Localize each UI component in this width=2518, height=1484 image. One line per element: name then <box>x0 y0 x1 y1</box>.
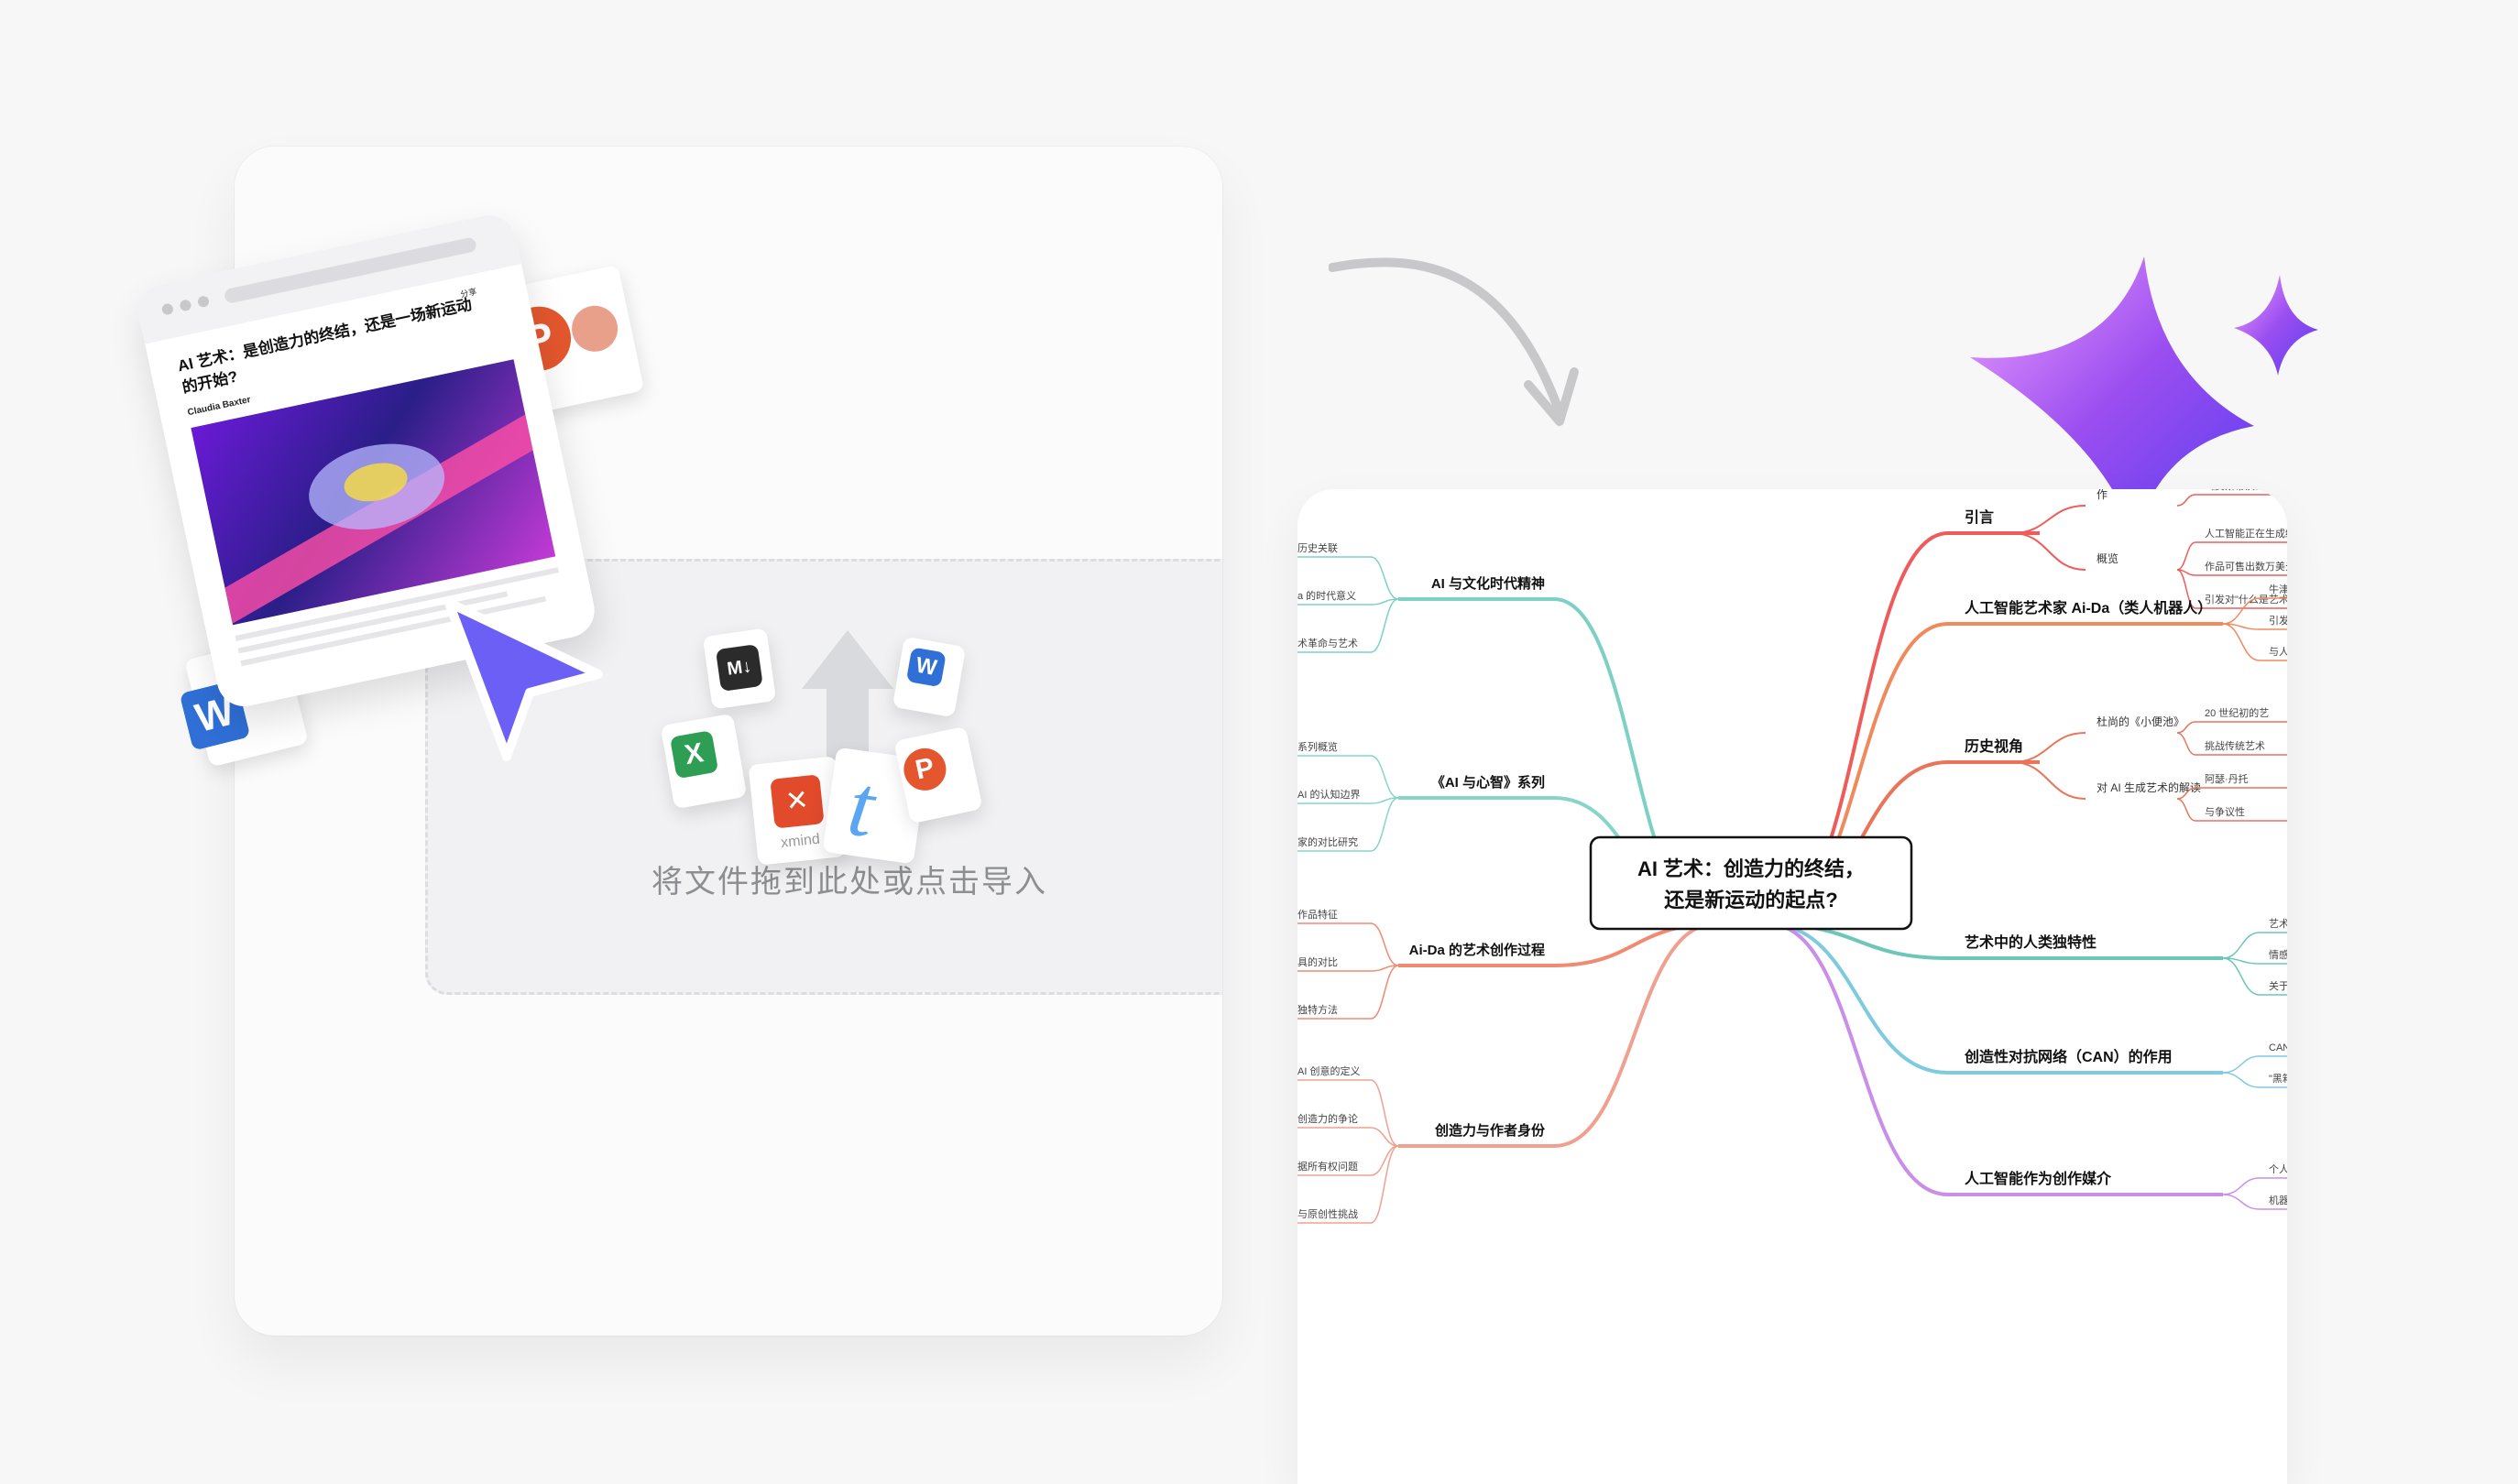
mindmap-topic-right[interactable]: 人工智能作为创作媒介 <box>1965 1170 2112 1187</box>
branch-connector <box>1370 598 1399 653</box>
mindmap-leaf[interactable]: 系列概览 <box>1297 740 1338 753</box>
mindmap-leaf[interactable]: 个人化艺术表达 <box>2269 1162 2287 1175</box>
branch-connector <box>2011 761 2086 800</box>
mindmap-leaf[interactable]: AI 的认知边界 <box>1297 788 1360 801</box>
branch-connector <box>1370 922 1399 966</box>
branch-connector <box>2222 1194 2261 1210</box>
mindmap-leaf[interactable]: 术革命与艺术 <box>1297 637 1358 649</box>
mindmap-topic-left[interactable]: 创造力与作者身份 <box>1434 1122 1546 1139</box>
branch-connector <box>2222 932 2261 959</box>
mindmap-leaf[interactable]: a 的时代意义 <box>1297 589 1356 602</box>
branch-connector <box>1370 965 1399 1020</box>
mindmap-leaf[interactable]: "黑箱问题" <box>2269 1072 2287 1085</box>
mindmap-leaf[interactable]: 阿瑟·丹托 <box>2205 772 2249 785</box>
branch-connector <box>2222 1177 2261 1195</box>
mindmap-subtopic[interactable]: 杜尚的《小便池》 <box>2097 715 2184 728</box>
mindmap-leaf[interactable]: 引发 <box>2269 614 2287 627</box>
mindmap-leaf[interactable]: 作品可售出数万美元 <box>2205 560 2287 573</box>
mindmap-leaf[interactable]: 机器学习作为创作过程 <box>2269 1194 2287 1206</box>
markdown-file-icon: M↓ <box>702 627 777 710</box>
branch-connector <box>2011 532 2086 571</box>
mindmap-leaf[interactable]: 作品特征 <box>1297 908 1338 921</box>
mindmap-leaf[interactable]: 情感与现实层面的创作动机 <box>2269 948 2287 961</box>
transform-arrow-icon <box>1329 257 1579 426</box>
central-topic-line[interactable]: 还是新运动的起点? <box>1663 889 1837 911</box>
branch-connector <box>1370 556 1399 600</box>
mindmap-leaf[interactable]: 与争议性 <box>2205 805 2245 818</box>
mindmap-topic-left[interactable]: Ai-Da 的艺术创作过程 <box>1409 942 1545 958</box>
mindmap-panel: 引言作《费斯蒂沃圣丽塔》概览人工智能正在生成绘画、图像与周作品可售出数万美元引发… <box>1297 489 2287 1484</box>
central-topic-line[interactable]: AI 艺术：创造力的终结， <box>1637 857 1865 880</box>
mindmap-leaf[interactable]: 具的对比 <box>1297 955 1338 968</box>
drop-hint-text: 将文件拖到此处或点击导入 <box>651 865 1047 900</box>
mindmap-topic-left[interactable]: AI 与文化时代精神 <box>1431 575 1545 592</box>
mindmap-leaf[interactable]: 独特方法 <box>1297 1003 1338 1016</box>
mindmap-subtopic[interactable]: 作 <box>2097 489 2107 501</box>
branch-connector <box>1370 1145 1399 1224</box>
mindmap-leaf[interactable]: 与人 <box>2269 646 2287 658</box>
branch-connector <box>1370 755 1399 799</box>
mindmap-canvas: 引言作《费斯蒂沃圣丽塔》概览人工智能正在生成绘画、图像与周作品可售出数万美元引发… <box>1297 489 2287 1224</box>
mindmap-leaf[interactable]: 与原创性挑战 <box>1297 1207 1358 1220</box>
branch-connector <box>2011 505 2086 534</box>
branch-connector <box>2176 732 2196 756</box>
mindmap-leaf[interactable]: 人工智能正在生成绘画、图像与周 <box>2205 527 2287 540</box>
mindmap-leaf[interactable]: 家的对比研究 <box>1297 835 1358 848</box>
mindmap-leaf[interactable]: 艺术作为人类活动 <box>2269 917 2287 930</box>
mindmap-subtopic[interactable]: 概览 <box>2097 551 2118 565</box>
mindmap-leaf[interactable]: 挑战传统艺术 <box>2205 739 2265 752</box>
mindmap-leaf[interactable]: 创造力的争论 <box>1297 1112 1358 1125</box>
cursor-pointer-icon <box>444 598 603 761</box>
central-topic[interactable] <box>1589 835 1913 931</box>
branch-connector <box>2176 494 2196 507</box>
mindmap-leaf[interactable]: CAN 的基本 <box>2269 1041 2287 1053</box>
mindmap-topic-right[interactable]: 创造性对抗网络（CAN）的作用 <box>1964 1048 2173 1065</box>
branch-connector <box>2222 1072 2261 1088</box>
mindmap-topic-left[interactable]: 《AI 与心智》系列 <box>1431 774 1545 791</box>
mindmap-leaf[interactable]: 关于"非人类艺术创作"的争议 <box>2269 979 2287 992</box>
branch-connector <box>1768 922 1949 1196</box>
branch-connector <box>2222 1055 2261 1074</box>
article-author: Claudia Baxter <box>186 394 252 419</box>
mindmap-leaf[interactable]: AI 创意的定义 <box>1297 1064 1360 1077</box>
branch-connector <box>1553 922 1715 1148</box>
mindmap-topic-right[interactable]: 引言 <box>1965 508 1994 526</box>
branch-connector <box>2176 798 2196 822</box>
branch-connector <box>2176 541 2196 571</box>
branch-connector <box>1370 1145 1399 1176</box>
mindmap-topic-right[interactable]: 人工智能艺术家 Ai-Da（类人机器人） <box>1965 599 2212 617</box>
word-file-icon: W <box>892 636 967 718</box>
mindmap-topic-right[interactable]: 历史视角 <box>1965 737 2023 755</box>
branch-connector <box>1768 922 1949 1075</box>
mindmap-leaf[interactable]: 20 世纪初的艺 <box>2205 706 2269 719</box>
mindmap-leaf[interactable]: 据所有权问题 <box>1297 1160 1358 1173</box>
mindmap-subtopic[interactable]: 对 AI 生成艺术的解读 <box>2097 780 2201 794</box>
excel-file-icon: X <box>660 713 748 810</box>
branch-connector <box>1370 797 1399 852</box>
mindmap-leaf[interactable]: 牛津 <box>2269 583 2287 595</box>
mindmap-topic-right[interactable]: 艺术中的人类独特性 <box>1965 933 2097 951</box>
mindmap-leaf[interactable]: 历史关联 <box>1297 541 1338 554</box>
